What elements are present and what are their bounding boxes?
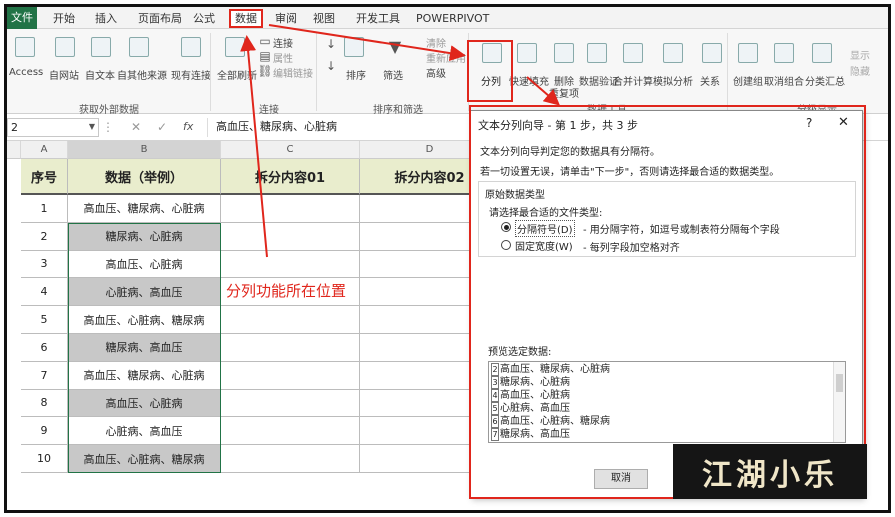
arrow-to-split	[268, 24, 466, 62]
watermark-logo: 江湖小乐	[673, 444, 867, 499]
annotation-arrows	[240, 24, 561, 258]
screenshot-frame: 文件 开始 插入 页面布局 公式 数据 审阅 视图 开发工具 POWERPIVO…	[4, 4, 891, 513]
arrow-to-data-tab	[240, 35, 268, 258]
arrow-to-dialog	[526, 76, 561, 106]
